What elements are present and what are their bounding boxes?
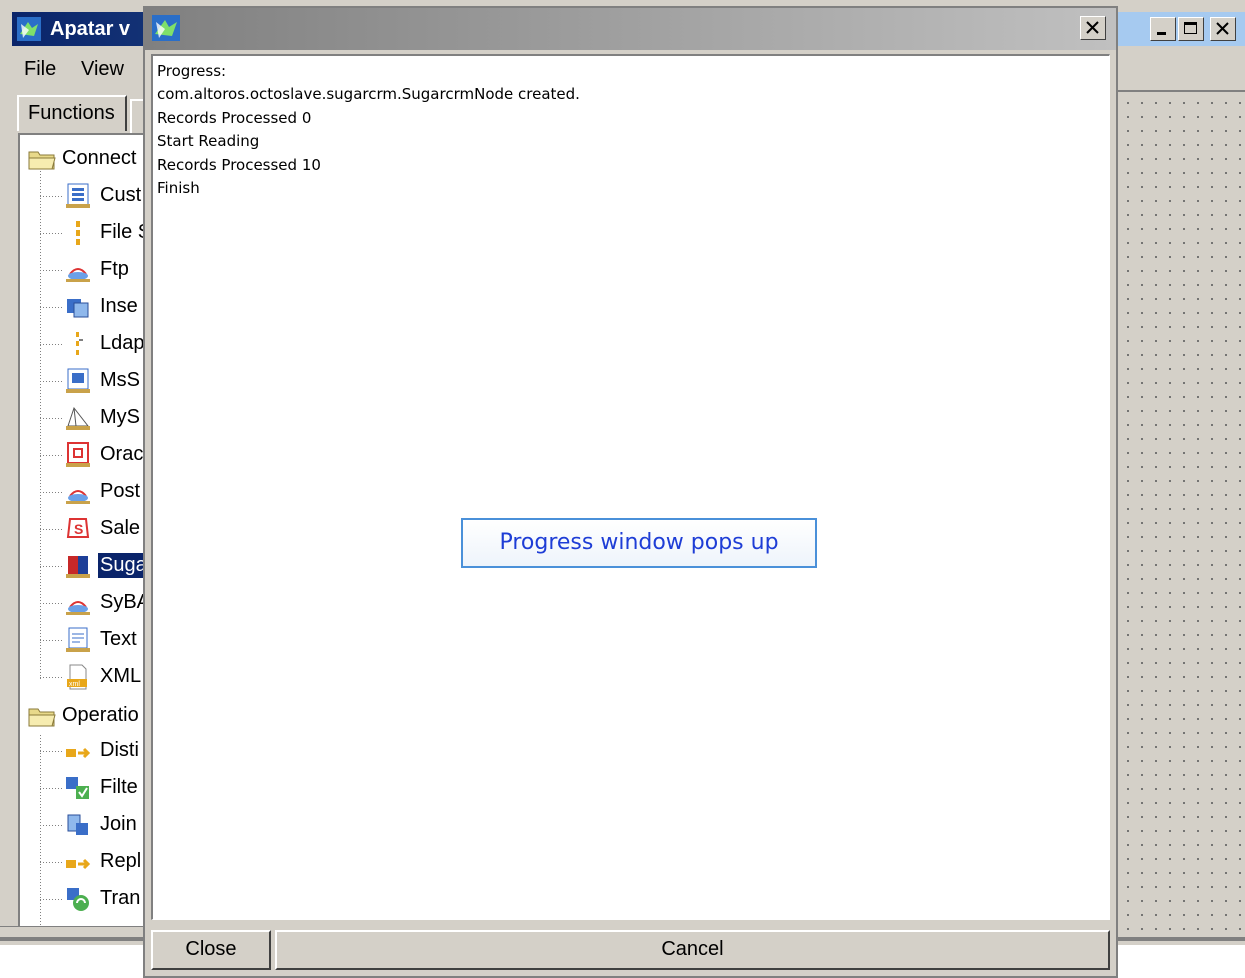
maximize-button[interactable]	[1178, 17, 1204, 41]
tree-item-label: Sale	[100, 517, 141, 539]
log-line: Records Processed 0	[157, 108, 312, 127]
tree-item-custom[interactable]: Cust	[20, 180, 152, 212]
log-line: Progress:	[157, 62, 227, 80]
tree-item-ldap[interactable]: Ldap	[20, 328, 152, 360]
log-line: Records Processed 10	[157, 155, 321, 174]
dialog-title-bar	[145, 8, 1116, 50]
folder-open-icon	[28, 708, 56, 727]
menu-file[interactable]: File	[24, 58, 56, 81]
apatar-logo-icon	[17, 17, 41, 41]
sybase-icon	[66, 601, 90, 615]
text-file-icon	[66, 627, 90, 652]
tree-item-oracle[interactable]: Orac	[20, 439, 152, 471]
close-icon	[1216, 22, 1229, 35]
tree-item-mysql[interactable]: MyS	[20, 402, 152, 434]
salesforce-icon: S	[66, 518, 90, 538]
tree-group-label: Operatio	[62, 704, 139, 726]
transform-icon	[67, 888, 89, 911]
tree-item-label: Inse	[100, 295, 138, 317]
tree-item-label: Disti	[100, 739, 139, 761]
main-window-title: Apatar v	[50, 18, 131, 40]
insert-icon	[67, 299, 89, 318]
mssql-icon	[66, 368, 90, 393]
tree-item-replace[interactable]: Repl	[20, 846, 152, 878]
tree-item-insert[interactable]: Inse	[20, 291, 152, 323]
tree-item-mssql[interactable]: MsS	[20, 365, 152, 397]
close-icon	[1086, 21, 1099, 34]
maximize-icon	[1184, 22, 1197, 34]
file-icon	[76, 221, 80, 245]
tree-item-file[interactable]: File S	[20, 217, 152, 249]
tree-item-salesforce[interactable]: S Sale	[20, 513, 152, 545]
tree-item-label: Filte	[100, 776, 138, 798]
svg-text:S: S	[74, 521, 83, 537]
dialog-close-button[interactable]	[1080, 16, 1106, 40]
tree-item-join[interactable]: Join	[20, 809, 152, 841]
apatar-logo-icon	[152, 15, 180, 41]
tree-item-sugarcrm[interactable]: Suga	[20, 550, 152, 582]
tree-item-ftp[interactable]: Ftp	[20, 254, 152, 286]
folder-open-icon	[28, 151, 56, 170]
tree-item-label: MsS	[100, 369, 140, 391]
log-line: Start Reading	[157, 132, 260, 151]
log-line: Finish	[157, 179, 200, 198]
minimize-button[interactable]	[1150, 17, 1176, 41]
xml-icon: xml	[67, 664, 87, 690]
cancel-button[interactable]: Cancel	[275, 930, 1110, 970]
tree-item-label: Orac	[100, 443, 144, 465]
ftp-icon	[66, 268, 90, 282]
functions-tree[interactable]: Connect Cust File S Ftp Inse Ldap MsS My…	[18, 133, 153, 928]
log-line: com.altoros.octoslave.sugarcrm.SugarcrmN…	[157, 85, 580, 104]
tree-group-connectors[interactable]: Connect	[20, 143, 152, 175]
tree-item-label: Suga	[98, 553, 149, 578]
mysql-icon	[66, 406, 90, 430]
tree-item-postgres[interactable]: Post	[20, 476, 152, 508]
tree-item-label: Ftp	[100, 258, 129, 280]
close-button[interactable]: Close	[151, 930, 271, 970]
custom-connector-icon	[66, 183, 90, 208]
tree-item-transform[interactable]: Tran	[20, 883, 152, 915]
annotation-callout: Progress window pops up	[461, 518, 817, 568]
tab-functions[interactable]: Functions	[17, 95, 127, 131]
tree-item-xml[interactable]: xml XML	[20, 661, 152, 693]
filter-icon	[66, 777, 89, 799]
menu-strip-right	[1117, 48, 1245, 92]
oracle-icon	[66, 442, 90, 467]
tree-item-sybase[interactable]: SyBA	[20, 587, 152, 619]
tab-next[interactable]	[130, 99, 144, 133]
tree-item-label: Repl	[100, 850, 142, 872]
join-icon	[67, 814, 88, 835]
menu-view[interactable]: View	[81, 58, 124, 81]
tree-item-label: Tran	[100, 887, 141, 909]
window-close-button[interactable]	[1210, 17, 1236, 41]
progress-dialog: Progress: com.altoros.octoslave.sugarcrm…	[143, 6, 1118, 978]
replace-icon	[66, 858, 91, 870]
tab-functions-label: Functions	[28, 102, 115, 124]
progress-log: Progress: com.altoros.octoslave.sugarcrm…	[151, 54, 1110, 920]
menu-bar: File View	[12, 52, 152, 86]
tree-item-label: MyS	[100, 406, 140, 428]
distinct-icon	[66, 747, 91, 759]
postgres-icon	[66, 490, 90, 504]
minimize-icon	[1157, 32, 1166, 35]
tree-group-operations[interactable]: Operatio	[20, 700, 152, 732]
design-canvas[interactable]	[1117, 92, 1245, 930]
ldap-icon	[76, 332, 83, 355]
tree-item-distinct[interactable]: Disti	[20, 735, 152, 767]
tree-item-label: Post	[100, 480, 141, 502]
tree-item-text[interactable]: Text	[20, 624, 152, 656]
sugarcrm-icon	[66, 556, 90, 578]
tree-item-label: Ldap	[100, 332, 145, 354]
svg-text:xml: xml	[69, 681, 80, 688]
tree-item-label: Cust	[100, 184, 142, 206]
tree-group-label: Connect	[62, 147, 137, 169]
tree-item-label: Text	[100, 628, 137, 650]
tree-item-label: XML	[100, 665, 142, 687]
tree-item-filter[interactable]: Filte	[20, 772, 152, 804]
tree-item-label: Join	[100, 813, 137, 835]
